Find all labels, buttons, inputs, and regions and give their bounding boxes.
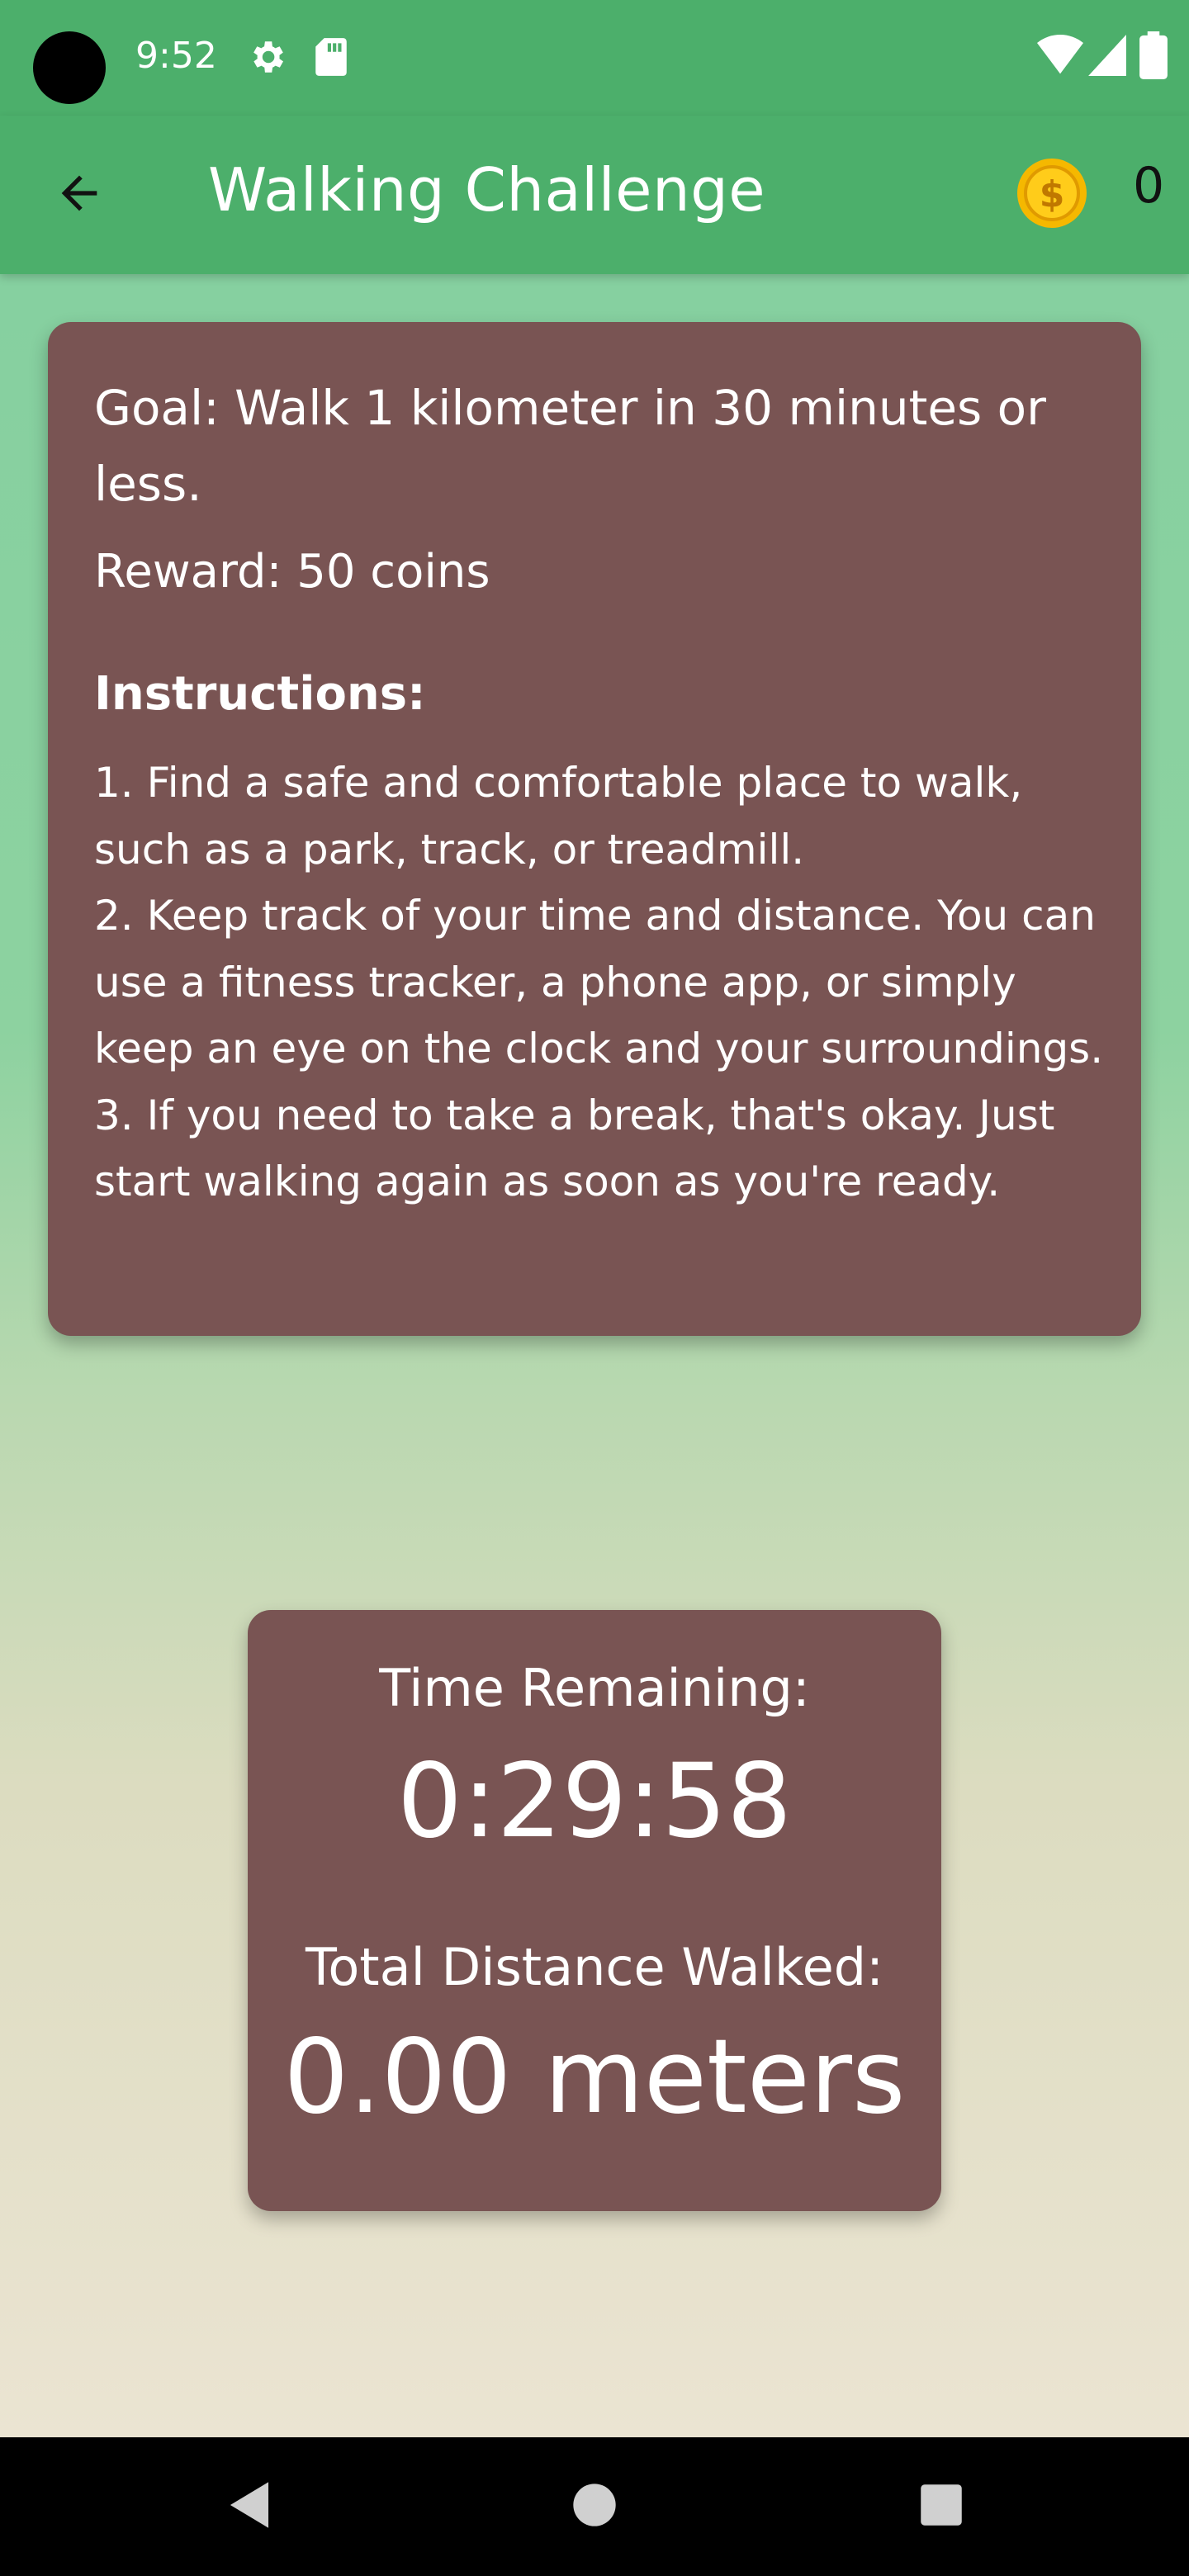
settings-icon bbox=[246, 36, 287, 82]
status-time: 9:52 bbox=[135, 35, 217, 77]
svg-text:$: $ bbox=[1040, 173, 1065, 215]
signal-icon bbox=[1088, 35, 1126, 80]
system-nav-bar bbox=[0, 2437, 1189, 2576]
instruction-item: 2. Keep track of your time and distance.… bbox=[94, 892, 1104, 1073]
reward-text: Reward: 50 coins bbox=[94, 545, 490, 599]
sd-card-icon bbox=[312, 36, 350, 82]
content-area: Goal: Walk 1 kilometer in 30 minutes or … bbox=[0, 274, 1189, 2437]
status-bar: 9:52 bbox=[0, 0, 1189, 116]
nav-home-button[interactable] bbox=[561, 2474, 628, 2540]
camera-cutout bbox=[33, 31, 106, 104]
distance-value: 0.00 meters bbox=[283, 2018, 906, 2137]
instruction-item: 3. If you need to take a break, that's o… bbox=[94, 1091, 1055, 1206]
goal-text: Goal: Walk 1 kilometer in 30 minutes or … bbox=[94, 380, 1047, 512]
back-arrow-icon bbox=[53, 167, 106, 224]
app-bar: Walking Challenge $ 0 bbox=[0, 116, 1189, 274]
instruction-item: 1. Find a safe and comfortable place to … bbox=[94, 759, 1023, 874]
nav-back-button[interactable] bbox=[216, 2474, 282, 2540]
home-circle-icon bbox=[571, 2482, 618, 2532]
recents-square-icon bbox=[919, 2483, 964, 2531]
wifi-icon bbox=[1037, 33, 1083, 80]
nav-recents-button[interactable] bbox=[908, 2474, 974, 2540]
instructions-list: 1. Find a safe and comfortable place to … bbox=[94, 750, 1110, 1215]
instructions-heading: Instructions: bbox=[94, 667, 426, 721]
time-remaining-label: Time Remaining: bbox=[379, 1658, 810, 1718]
distance-label: Total Distance Walked: bbox=[306, 1937, 883, 1997]
time-remaining-value: 0:29:58 bbox=[396, 1742, 793, 1861]
battery-icon bbox=[1139, 31, 1168, 83]
challenge-info-card: Goal: Walk 1 kilometer in 30 minutes or … bbox=[48, 322, 1141, 1336]
back-button[interactable] bbox=[46, 162, 112, 228]
stats-card: Time Remaining: 0:29:58 Total Distance W… bbox=[248, 1610, 941, 2211]
coin-count: 0 bbox=[1133, 157, 1165, 215]
page-title: Walking Challenge bbox=[208, 155, 766, 225]
back-triangle-icon bbox=[226, 2480, 272, 2534]
coin-icon: $ bbox=[1016, 157, 1088, 230]
